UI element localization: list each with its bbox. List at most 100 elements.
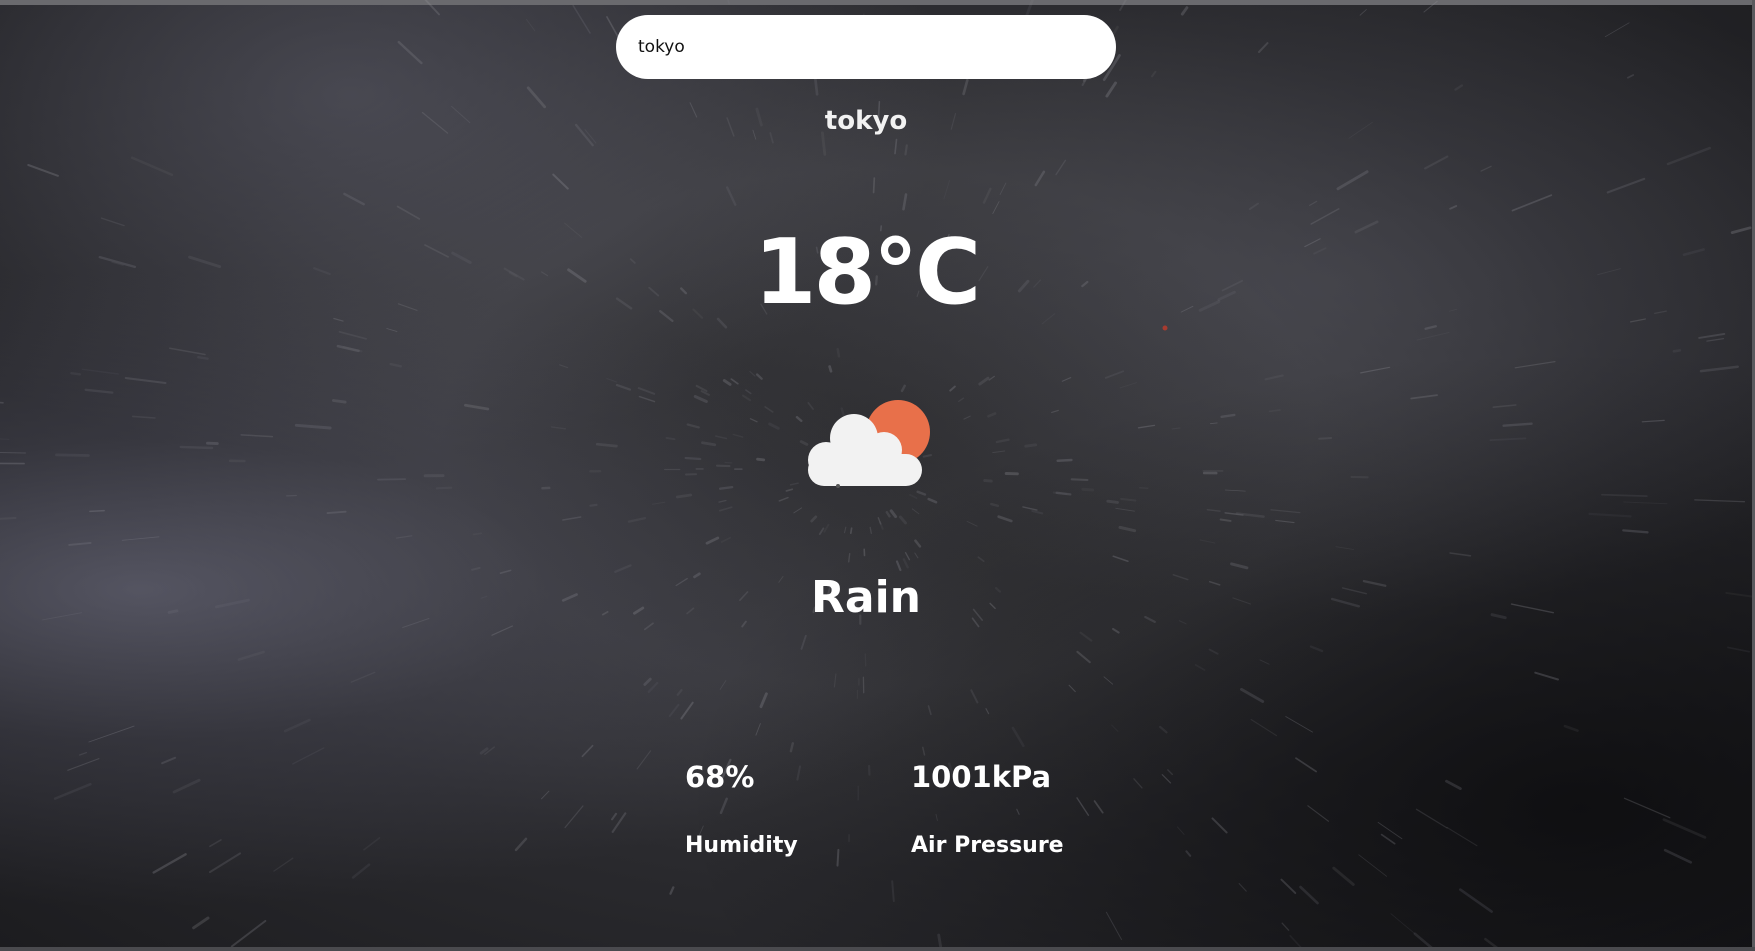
rain-streak: [161, 756, 177, 765]
rain-streak: [1604, 22, 1630, 38]
rain-streak: [849, 527, 853, 535]
rain-streak: [1055, 159, 1067, 176]
rain-streak: [1070, 478, 1089, 482]
air-pressure-label: Air Pressure: [911, 833, 1064, 858]
rain-streak: [124, 376, 167, 385]
rain-streak: [676, 688, 683, 696]
rain-streak: [789, 742, 794, 753]
rain-streak: [1309, 645, 1324, 653]
rain-streak: [966, 520, 978, 527]
rain-streak: [1423, 0, 1438, 13]
humidity-label: Humidity: [685, 833, 798, 858]
rain-streak: [1103, 676, 1114, 685]
rain-streak: [1514, 361, 1556, 369]
rain-streak: [1199, 539, 1216, 544]
rain-streak: [1120, 497, 1137, 502]
rain-streak: [988, 375, 995, 381]
rain-streak: [350, 671, 376, 683]
rain-streak: [719, 680, 727, 690]
rain-streak: [1489, 437, 1527, 442]
rain-streak: [1158, 725, 1168, 734]
rain-streak: [1268, 409, 1281, 413]
air-pressure-value: 1001kPa: [911, 760, 1052, 794]
rain-streak: [997, 515, 1013, 523]
search-input[interactable]: [636, 36, 1096, 58]
rain-streak: [351, 863, 371, 879]
rain-streak: [889, 509, 898, 519]
rain-streak: [1111, 724, 1119, 732]
rain-streak: [848, 553, 851, 563]
rain-streak: [614, 564, 632, 573]
rain-streak: [611, 812, 618, 821]
rain-streak: [1511, 194, 1553, 212]
rain-streak: [283, 718, 311, 733]
rain-streak: [995, 438, 1010, 444]
rain-streak: [810, 515, 818, 523]
rain-streak: [970, 689, 979, 704]
rain-streak: [756, 457, 766, 462]
rain-streak: [1115, 507, 1135, 512]
rain-streak: [652, 501, 666, 505]
rain-streak: [982, 187, 992, 204]
rain-streak: [1666, 146, 1711, 166]
rain-streak: [1606, 177, 1646, 194]
rain-streak: [1359, 9, 1367, 16]
rain-streak: [1454, 84, 1464, 91]
rain-streak: [722, 379, 732, 386]
rain-streak: [1410, 394, 1438, 400]
rain-streak: [192, 916, 210, 930]
rain-streak: [1180, 6, 1189, 16]
rain-streak: [1079, 631, 1093, 642]
rain-streak: [363, 837, 381, 851]
rain-streak: [559, 364, 569, 369]
rain-streak: [169, 347, 206, 356]
search-bar[interactable]: [616, 15, 1116, 79]
rain-streak: [550, 426, 567, 430]
rain-streak: [1332, 866, 1355, 886]
city-name: tokyo: [824, 106, 908, 136]
rain-streak: [0, 438, 10, 440]
rain-streak: [1459, 888, 1493, 913]
rain-streak: [978, 376, 990, 386]
rain-streak: [985, 708, 990, 715]
rain-streak: [732, 433, 744, 438]
rain-streak: [1299, 885, 1319, 905]
rain-streak: [1480, 165, 1492, 172]
rain-streak: [1011, 726, 1025, 748]
rain-streak: [885, 511, 891, 518]
rain-streak: [1309, 200, 1318, 206]
rain-streak: [977, 556, 985, 563]
rain-streak: [615, 383, 632, 391]
rain-streak: [1641, 419, 1665, 423]
rain-streak: [895, 560, 902, 572]
rain-streak: [1235, 512, 1265, 518]
rain-streak: [730, 378, 739, 385]
rain-streak: [1563, 724, 1579, 732]
rain-streak: [424, 0, 440, 16]
rain-streak: [121, 536, 160, 541]
rain-streak: [1056, 458, 1073, 462]
rain-streak: [836, 347, 841, 358]
rain-streak: [759, 692, 768, 709]
rain-streak: [768, 422, 780, 430]
rain-streak: [1224, 489, 1246, 492]
rain-streak: [718, 499, 727, 503]
rain-streak: [1151, 70, 1157, 78]
rain-streak: [823, 523, 830, 533]
rain-streak: [778, 496, 789, 502]
rain-streak: [240, 434, 274, 438]
rain-streak: [84, 388, 114, 394]
rain-streak: [471, 566, 481, 571]
rain-streak: [572, 4, 591, 34]
rain-streak: [1699, 365, 1739, 373]
rain-streak: [1698, 332, 1726, 339]
rain-streak: [472, 532, 483, 536]
rain-streak: [914, 552, 919, 559]
rain-streak: [27, 164, 59, 177]
rain-streak: [727, 0, 730, 5]
rain-streak: [898, 515, 907, 525]
rain-streak: [1076, 797, 1090, 816]
rain-streak: [55, 453, 90, 457]
rain-streak: [1093, 800, 1104, 814]
rain-streak: [564, 805, 584, 829]
